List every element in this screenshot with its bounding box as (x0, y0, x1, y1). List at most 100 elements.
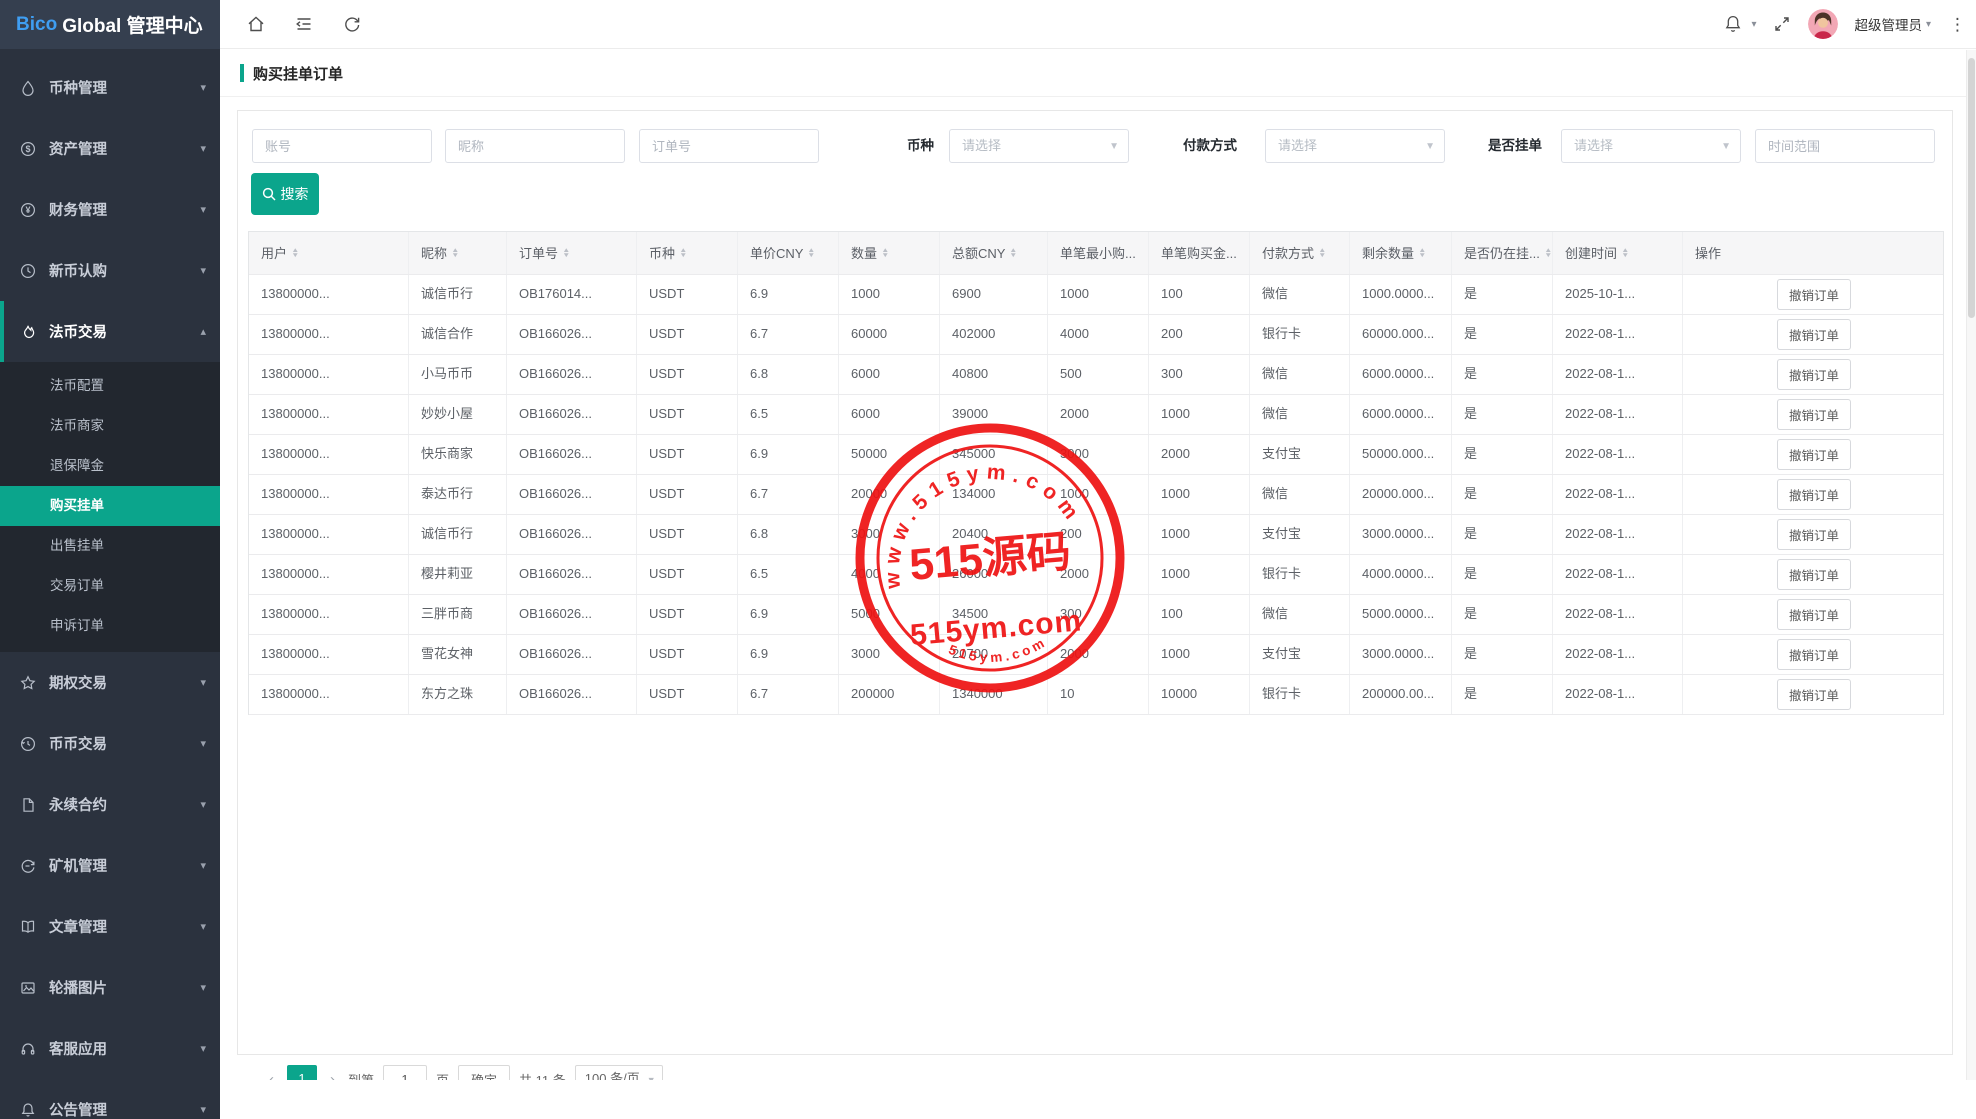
chevron-down-icon: ▾ (200, 860, 206, 872)
table-cell: 500 (1048, 355, 1149, 394)
sidebar-item-asset-mgmt[interactable]: $ 资产管理 ▾ (0, 118, 220, 179)
time-range-input[interactable] (1755, 129, 1935, 163)
column-header[interactable]: 付款方式 ▲ ▼ (1250, 232, 1350, 274)
cancel-order-button[interactable]: 撤销订单 (1776, 559, 1851, 590)
sort-icon[interactable]: ▲ ▼ (881, 247, 889, 259)
sidebar-subitem-fiat-merchant[interactable]: 法币商家 (0, 406, 220, 446)
sidebar-item-article-mgmt[interactable]: 文章管理 ▾ (0, 896, 220, 957)
chevron-down-icon: ▾ (200, 799, 206, 811)
cancel-order-button[interactable]: 撤销订单 (1776, 359, 1851, 390)
listed-filter-label: 是否挂单 (1488, 138, 1542, 153)
table-row: 13800000... 东方之珠 OB166026... USDT 6.7 200000 1… (249, 675, 1943, 715)
fullscreen-icon[interactable] (1772, 14, 1792, 34)
column-header[interactable]: 总额CNY ▲ ▼ (940, 232, 1048, 274)
sort-icon[interactable]: ▲ ▼ (291, 247, 299, 259)
coin-select[interactable]: 请选择 ▼ (949, 129, 1129, 163)
cancel-order-button[interactable]: 撤销订单 (1776, 519, 1851, 550)
column-header-label: 创建时间 (1565, 245, 1618, 261)
chevron-down-icon: ▾ (200, 738, 206, 750)
table-cell: 13800000... (249, 395, 409, 434)
cancel-order-button[interactable]: 撤销订单 (1776, 319, 1851, 350)
sidebar-subitem-appeal-orders[interactable]: 申诉订单 (0, 606, 220, 646)
sort-icon[interactable]: ▲ ▼ (679, 247, 687, 259)
account-input[interactable] (252, 129, 432, 163)
chevron-down-icon: ▾ (200, 204, 206, 216)
cancel-order-button[interactable]: 撤销订单 (1776, 639, 1851, 670)
sidebar-item-perpetual-contract[interactable]: 永续合约 ▾ (0, 774, 220, 835)
chevron-down-icon[interactable]: ▾ (1751, 19, 1756, 30)
table-cell: 2022-08-1... (1553, 555, 1683, 594)
table-cell: 是 (1452, 435, 1553, 474)
table-cell: 100 (1149, 595, 1250, 634)
cancel-order-button[interactable]: 撤销订单 (1776, 679, 1851, 710)
sort-icon[interactable]: ▲ ▼ (808, 247, 816, 259)
sidebar-subitem-sell-orders[interactable]: 出售挂单 (0, 526, 220, 566)
sidebar-subitem-refund-deposit[interactable]: 退保障金 (0, 446, 220, 486)
column-header[interactable]: 币种 ▲ ▼ (637, 232, 738, 274)
sidebar-item-fiat-trade[interactable]: 法币交易 ▴ (0, 301, 220, 362)
column-header[interactable]: 数量 ▲ ▼ (839, 232, 940, 274)
home-icon[interactable] (246, 14, 266, 34)
sidebar-subitem-fiat-config[interactable]: 法币配置 (0, 366, 220, 406)
cancel-order-button[interactable]: 撤销订单 (1776, 479, 1851, 510)
sort-icon[interactable]: ▲ ▼ (1621, 247, 1629, 259)
sort-icon[interactable]: ▲ ▼ (1418, 247, 1426, 259)
user-role[interactable]: 超级管理员 ▾ (1854, 14, 1931, 34)
column-header-label: 订单号 (519, 245, 559, 261)
cancel-order-button[interactable]: 撤销订单 (1776, 279, 1851, 310)
search-button[interactable]: 搜索 (251, 173, 319, 215)
table-cell: 2022-08-1... (1553, 635, 1683, 674)
table-cell: OB166026... (507, 515, 637, 554)
sort-icon[interactable]: ▲ ▼ (1544, 247, 1552, 259)
cancel-order-button[interactable]: 撤销订单 (1776, 439, 1851, 470)
column-header[interactable]: 是否仍在挂... ▲ ▼ (1452, 232, 1553, 274)
sidebar-item-support-app[interactable]: 客服应用 ▾ (0, 1018, 220, 1079)
column-header[interactable]: 剩余数量 ▲ ▼ (1350, 232, 1452, 274)
sidebar-item-label: 期权交易 (49, 676, 107, 692)
collapse-menu-icon[interactable] (294, 14, 314, 34)
sort-icon[interactable]: ▲ ▼ (1318, 247, 1326, 259)
bell-icon[interactable] (1723, 14, 1743, 34)
scrollbar[interactable] (1966, 50, 1976, 1119)
column-header[interactable]: 昵称 ▲ ▼ (409, 232, 507, 274)
sidebar-item-option-trade[interactable]: 期权交易 ▾ (0, 652, 220, 713)
order-no-input[interactable] (639, 129, 819, 163)
nickname-input[interactable] (445, 129, 625, 163)
sidebar-item-announcement-mgmt[interactable]: 公告管理 ▾ (0, 1079, 220, 1119)
cancel-order-button[interactable]: 撤销订单 (1776, 599, 1851, 630)
column-header[interactable]: 订单号 ▲ ▼ (507, 232, 637, 274)
refresh-icon[interactable] (342, 14, 362, 34)
sort-icon[interactable]: ▲ ▼ (1010, 247, 1018, 259)
cancel-order-button[interactable]: 撤销订单 (1776, 399, 1851, 430)
sidebar-item-banner-images[interactable]: 轮播图片 ▾ (0, 957, 220, 1018)
sidebar-item-coin-mgmt[interactable]: 币种管理 ▾ (0, 57, 220, 118)
sort-icon[interactable]: ▲ ▼ (562, 247, 570, 259)
table-cell: USDT (637, 355, 738, 394)
column-header[interactable]: 单价CNY ▲ ▼ (738, 232, 839, 274)
table-cell: 1340000 (940, 675, 1048, 714)
sidebar-subitem-trade-orders[interactable]: 交易订单 (0, 566, 220, 606)
column-header[interactable]: 用户 ▲ ▼ (249, 232, 409, 274)
sidebar-item-new-coin-subscribe[interactable]: 新币认购 ▾ (0, 240, 220, 301)
chevron-down-icon: ▾ (200, 1043, 206, 1055)
scrollbar-thumb[interactable] (1968, 58, 1975, 318)
listed-select[interactable]: 请选择 ▼ (1561, 129, 1741, 163)
payment-select[interactable]: 请选择 ▼ (1265, 129, 1445, 163)
sidebar-item-miner-mgmt[interactable]: 矿机管理 ▾ (0, 835, 220, 896)
table-cell-actions: 撤销订单 (1683, 475, 1945, 514)
sidebar-item-spot-trade[interactable]: 币币交易 ▾ (0, 713, 220, 774)
table-cell: USDT (637, 395, 738, 434)
column-header-label: 数量 (851, 245, 878, 261)
table-cell: 6900 (940, 275, 1048, 314)
sidebar-item-label: 公告管理 (49, 1103, 107, 1119)
table-cell: 20700 (940, 635, 1048, 674)
sidebar-subitem-buy-orders[interactable]: 购买挂单 (0, 486, 220, 526)
table-cell: 2000 (1149, 435, 1250, 474)
more-menu-icon[interactable]: ⋮ (1947, 16, 1968, 33)
sidebar-item-finance-mgmt[interactable]: ¥ 财务管理 ▾ (0, 179, 220, 240)
avatar[interactable] (1808, 9, 1839, 39)
column-header[interactable]: 创建时间 ▲ ▼ (1553, 232, 1683, 274)
table-cell: 6.5 (738, 395, 839, 434)
table-cell: OB166026... (507, 555, 637, 594)
sort-icon[interactable]: ▲ ▼ (451, 247, 459, 259)
